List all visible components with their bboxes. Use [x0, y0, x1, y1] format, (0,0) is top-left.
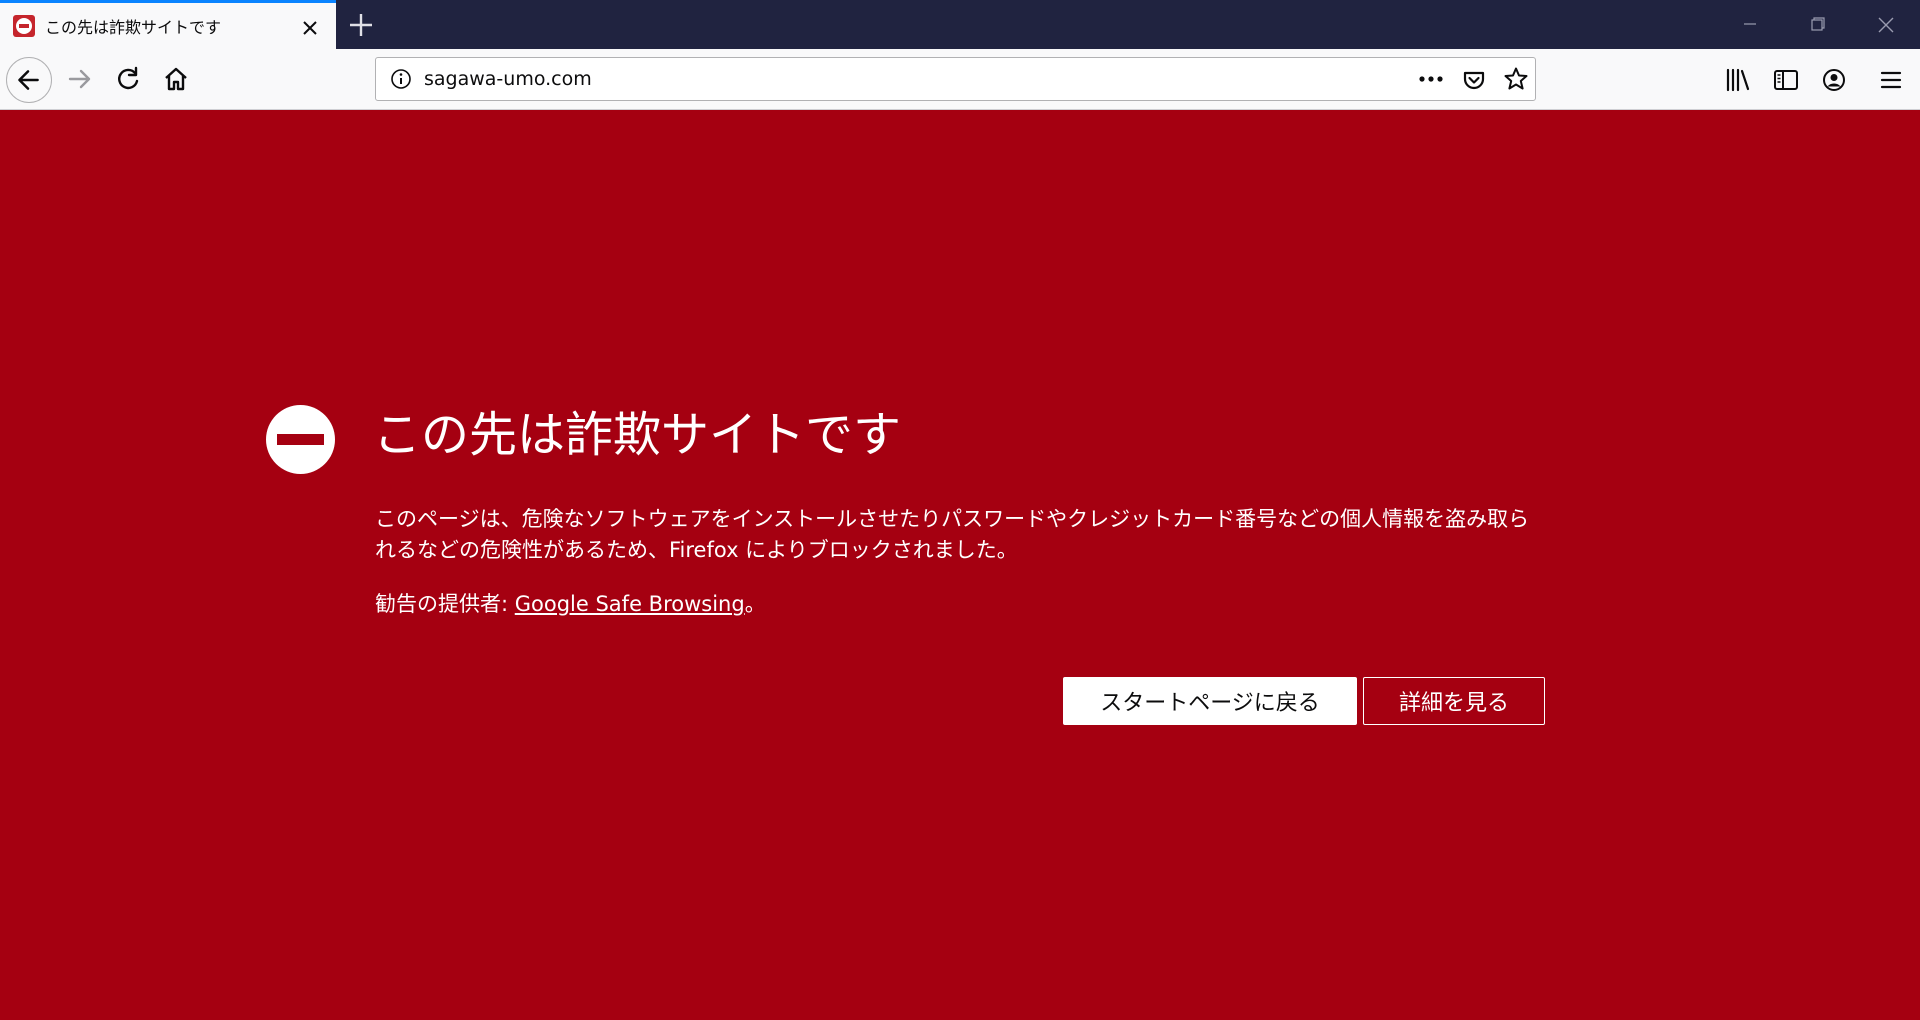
- window-close-icon[interactable]: [1852, 0, 1920, 49]
- restore-icon[interactable]: [1784, 0, 1852, 49]
- home-icon[interactable]: [156, 59, 196, 99]
- pocket-icon[interactable]: [1460, 66, 1488, 94]
- url-text[interactable]: sagawa-umo.com: [424, 68, 592, 90]
- error-page: この先は詐欺サイトです このページは、危険なソフトウェアをインストールさせたりパ…: [0, 110, 1920, 1020]
- hamburger-menu-icon[interactable]: [1876, 65, 1906, 95]
- minimize-icon[interactable]: [1716, 0, 1784, 49]
- reload-icon[interactable]: [108, 59, 148, 99]
- see-details-button[interactable]: 詳細を見る: [1363, 677, 1545, 725]
- close-icon[interactable]: [298, 16, 322, 40]
- back-button[interactable]: [6, 57, 52, 103]
- library-icon[interactable]: [1723, 65, 1753, 95]
- arrow-right-icon[interactable]: [60, 59, 100, 99]
- navigation-toolbar: sagawa-umo.com: [0, 49, 1920, 110]
- go-back-button[interactable]: スタートページに戻る: [1063, 677, 1357, 725]
- sidebar-icon[interactable]: [1771, 65, 1801, 95]
- more-dots-icon[interactable]: [1416, 66, 1446, 92]
- tab-title: この先は詐欺サイトです: [45, 18, 222, 37]
- arrow-left-icon: [18, 70, 39, 90]
- advisory-suffix: 。: [744, 592, 766, 616]
- star-icon[interactable]: [1502, 65, 1530, 93]
- plus-icon[interactable]: [344, 8, 378, 42]
- account-icon[interactable]: [1819, 65, 1849, 95]
- google-safe-browsing-link[interactable]: Google Safe Browsing: [515, 592, 745, 616]
- blocked-icon: [266, 405, 335, 474]
- blocked-site-icon: [13, 15, 35, 37]
- url-bar[interactable]: sagawa-umo.com: [375, 57, 1536, 101]
- error-description: このページは、危険なソフトウェアをインストールさせたりパスワードやクレジットカー…: [375, 507, 1530, 562]
- page-title: この先は詐欺サイトです: [373, 407, 902, 463]
- info-icon[interactable]: [390, 68, 412, 90]
- tab-active[interactable]: この先は詐欺サイトです: [0, 0, 336, 49]
- tab-strip: この先は詐欺サイトです: [0, 0, 1920, 49]
- advisory-prefix: 勧告の提供者:: [375, 592, 515, 616]
- advisory-text: 勧告の提供者: Google Safe Browsing。: [375, 588, 766, 618]
